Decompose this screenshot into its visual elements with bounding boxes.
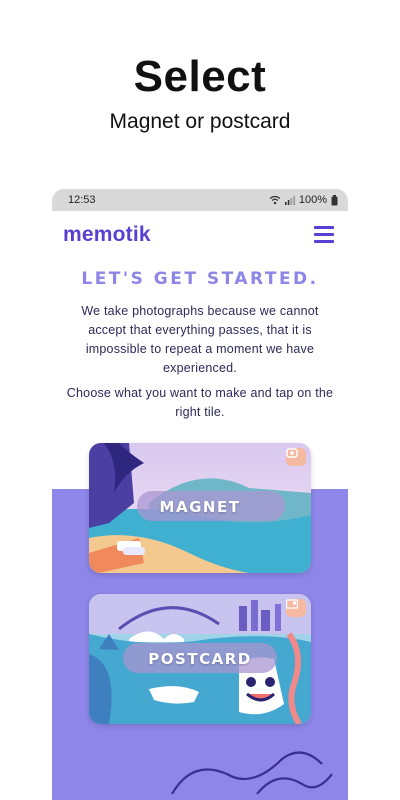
instruction-text: Choose what you want to make and tap on … — [66, 386, 334, 419]
postcard-label: POSTCARD — [148, 650, 252, 668]
promo-title: Select — [133, 52, 267, 101]
page-headline: LET'S GET STARTED. — [81, 269, 319, 289]
postcard-tile[interactable]: POSTCARD — [89, 594, 311, 724]
battery-level: 100% — [298, 194, 327, 206]
wifi-icon — [269, 195, 281, 205]
magnet-tile[interactable]: MAGNET — [89, 443, 311, 573]
magnet-icon — [286, 448, 306, 466]
magnet-label: MAGNET — [159, 498, 241, 516]
intro-text: We take photographs because we cannot ac… — [81, 304, 319, 375]
postcard-icon — [286, 599, 306, 617]
memotik-logo[interactable]: memotik — [63, 223, 151, 247]
signal-icon — [284, 196, 295, 205]
status-bar: 12:53 100% — [52, 189, 348, 211]
phone-screen: 12:53 100% memotik LET'S GET STARTED. We… — [52, 189, 348, 800]
battery-icon — [331, 194, 338, 205]
app-header: memotik — [52, 211, 348, 259]
promo-subtitle: Magnet or postcard — [109, 110, 291, 133]
hamburger-menu-icon[interactable] — [314, 226, 334, 243]
status-time: 12:53 — [68, 194, 96, 206]
status-indicators: 100% — [269, 194, 338, 206]
